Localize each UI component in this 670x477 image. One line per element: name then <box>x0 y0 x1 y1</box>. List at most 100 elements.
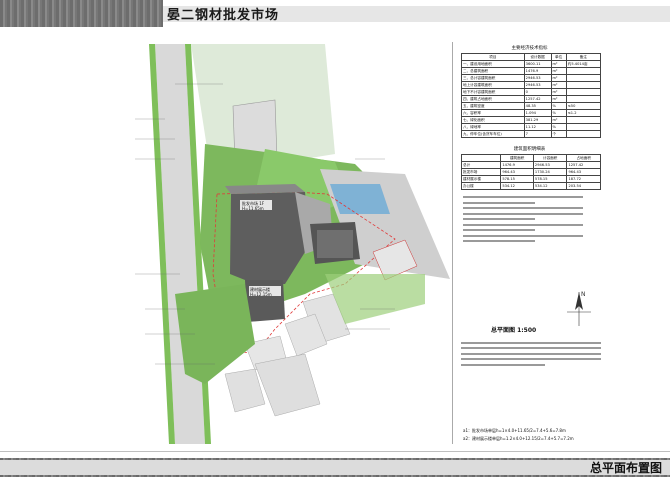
height-calc-2: a2：建材展示楼单层h=1.2×4.0+12.15/2=7.4+5.7=7.2m <box>463 436 574 441</box>
note-line <box>461 363 545 366</box>
table-cell: 7 <box>523 130 552 138</box>
table-cell: % <box>550 109 567 117</box>
design-notes <box>461 338 601 369</box>
table-row: 总计 1476.9 2946.53 1257.42 <box>460 161 601 169</box>
area-detail-table: 建筑面积 计容面积 占地面积 总计 1476.9 2946.53 1257.42 批发… <box>460 154 601 190</box>
note-line <box>463 196 583 198</box>
table-cell: 381.29 <box>523 116 552 124</box>
table-row: 七、绿化面积 381.29 m² <box>461 116 602 124</box>
table-cell: 地下不计容建筑面积 <box>461 88 525 96</box>
table-header-cell: 建筑面积 <box>500 154 534 162</box>
table-cell: 六、容积率 <box>461 109 525 117</box>
table-cell: m² <box>550 74 567 82</box>
table-header-row: 建筑面积 计容面积 占地面积 <box>460 154 601 162</box>
table-cell <box>565 130 602 138</box>
table-cell: 一、建设用地面积 <box>461 60 525 68</box>
table-row: 二、总建筑面积 1476.9 m² <box>461 67 602 75</box>
table-cell: 0 <box>523 88 552 96</box>
table-cell: 地上计容建筑面积 <box>461 81 525 89</box>
table-cell: m² <box>550 116 567 124</box>
note-line <box>463 223 583 226</box>
table-cell: 2946.53 <box>523 81 552 89</box>
table-cell: 964.43 <box>566 168 601 176</box>
table-header-cell: 备注 <box>565 53 602 61</box>
table-cell: m² <box>550 81 567 89</box>
table-row: 九、停车位(含货车车位) 7 个 <box>461 130 602 138</box>
plaza-area <box>330 184 390 214</box>
table-cell <box>565 67 602 75</box>
table-cell: ≤1.2 <box>565 109 602 117</box>
table-cell: 578.15 <box>532 175 568 183</box>
table-cell: 578.15 <box>500 175 534 183</box>
table-cell: 三、总计容建筑面积 <box>461 74 525 82</box>
table-row: 一、建设用地面积 3600.11 m² 约5.4014亩 <box>461 60 602 68</box>
table-cell: ≤50 <box>565 102 602 110</box>
table-cell: % <box>550 123 567 131</box>
table-row: 八、绿地率 11.12% <box>461 123 602 131</box>
note-line <box>463 201 535 204</box>
table-cell: 2946.53 <box>532 161 568 169</box>
table-row: 三、总计容建筑面积 2946.53 m² <box>461 74 602 82</box>
note-line <box>463 240 535 242</box>
table-cell: 批发市场 <box>460 168 502 176</box>
table-cell: 二、总建筑面积 <box>461 67 525 75</box>
table-cell: 1476.9 <box>500 161 534 169</box>
note-line <box>461 352 601 355</box>
table-cell: 1257.42 <box>566 161 601 169</box>
header-bar: 晏二钢材批发市场 <box>0 0 670 27</box>
footer-divider <box>0 451 670 452</box>
note-line <box>463 207 583 209</box>
table-cell: 48.35 <box>523 102 552 110</box>
table-cell: m² <box>550 88 567 96</box>
note-line <box>463 218 535 220</box>
svg-text:N: N <box>581 291 586 298</box>
table-cell: m² <box>550 67 567 75</box>
height-calc-1: a1：批发市场单层h=1×4.0+11.65/2=7.4+5.6=7.8m <box>463 428 566 433</box>
site-plan <box>105 44 450 444</box>
table-cell <box>565 116 602 124</box>
table-row: 办公楼 534.12 534.12 203.54 <box>460 182 601 190</box>
table-cell: 203.54 <box>566 182 601 190</box>
table-cell: 1476.9 <box>523 67 552 75</box>
table-row: 五、建筑密度 48.35% ≤50 <box>461 102 602 110</box>
table-cell <box>565 123 602 131</box>
table-row: 地上计容建筑面积 2946.53 m² <box>461 81 602 89</box>
table2-title: 建筑面积明细表 <box>513 147 546 152</box>
building-market-height: H=11.65m <box>242 206 264 211</box>
table-cell: 八、绿地率 <box>461 123 525 131</box>
table-cell <box>565 81 602 89</box>
north-arrow-icon: N <box>567 291 591 326</box>
table-row: 四、建筑占地面积 1257.42 m² <box>461 95 602 103</box>
table-header-cell: 单位 <box>550 53 567 61</box>
building-showroom-label: 建材展示楼 H=12.15m <box>250 287 272 297</box>
table1-title: 主要经济技术指标 <box>511 46 548 51</box>
table-header-cell <box>460 154 502 162</box>
note-line <box>461 358 601 360</box>
table-cell: 3600.11 <box>523 60 552 68</box>
footer-title: 总平面布置图 <box>589 461 662 475</box>
table-cell: 187.72 <box>566 175 601 183</box>
building-market-label: 批发市场 1F H=11.65m <box>242 201 264 211</box>
table-cell: 约5.4014亩 <box>565 60 602 68</box>
table-cell: 1257.42 <box>523 95 552 103</box>
table-cell: 建材展示楼 <box>460 175 502 183</box>
table-cell: 九、停车位(含货车车位) <box>461 130 525 138</box>
table-cell: 办公楼 <box>460 182 502 190</box>
table-cell: 个 <box>550 130 567 138</box>
header-dark-band <box>0 0 163 27</box>
table-cell: 总计 <box>460 161 502 169</box>
table-cell: % <box>550 102 567 110</box>
table-row: 地下不计容建筑面积 0 m² <box>461 88 602 96</box>
table-cell: 534.12 <box>500 182 534 190</box>
note-line <box>461 341 601 344</box>
table-cell: 11.12 <box>523 123 552 131</box>
table-cell: 四、建筑占地面积 <box>461 95 525 103</box>
table-cell <box>565 95 602 103</box>
economic-indicators-table: 项目 设计数据 单位 备注 一、建设用地面积 3600.11 m² 约5.4014亩 … <box>461 53 602 138</box>
footer-light-band <box>0 460 670 475</box>
note-line <box>463 229 535 231</box>
table-header-row: 项目 设计数据 单位 备注 <box>461 53 602 61</box>
table-cell: 534.12 <box>532 182 568 190</box>
table-cell: 1730.24 <box>532 168 568 176</box>
scale-label: 总平面图 1:500 <box>491 327 537 334</box>
